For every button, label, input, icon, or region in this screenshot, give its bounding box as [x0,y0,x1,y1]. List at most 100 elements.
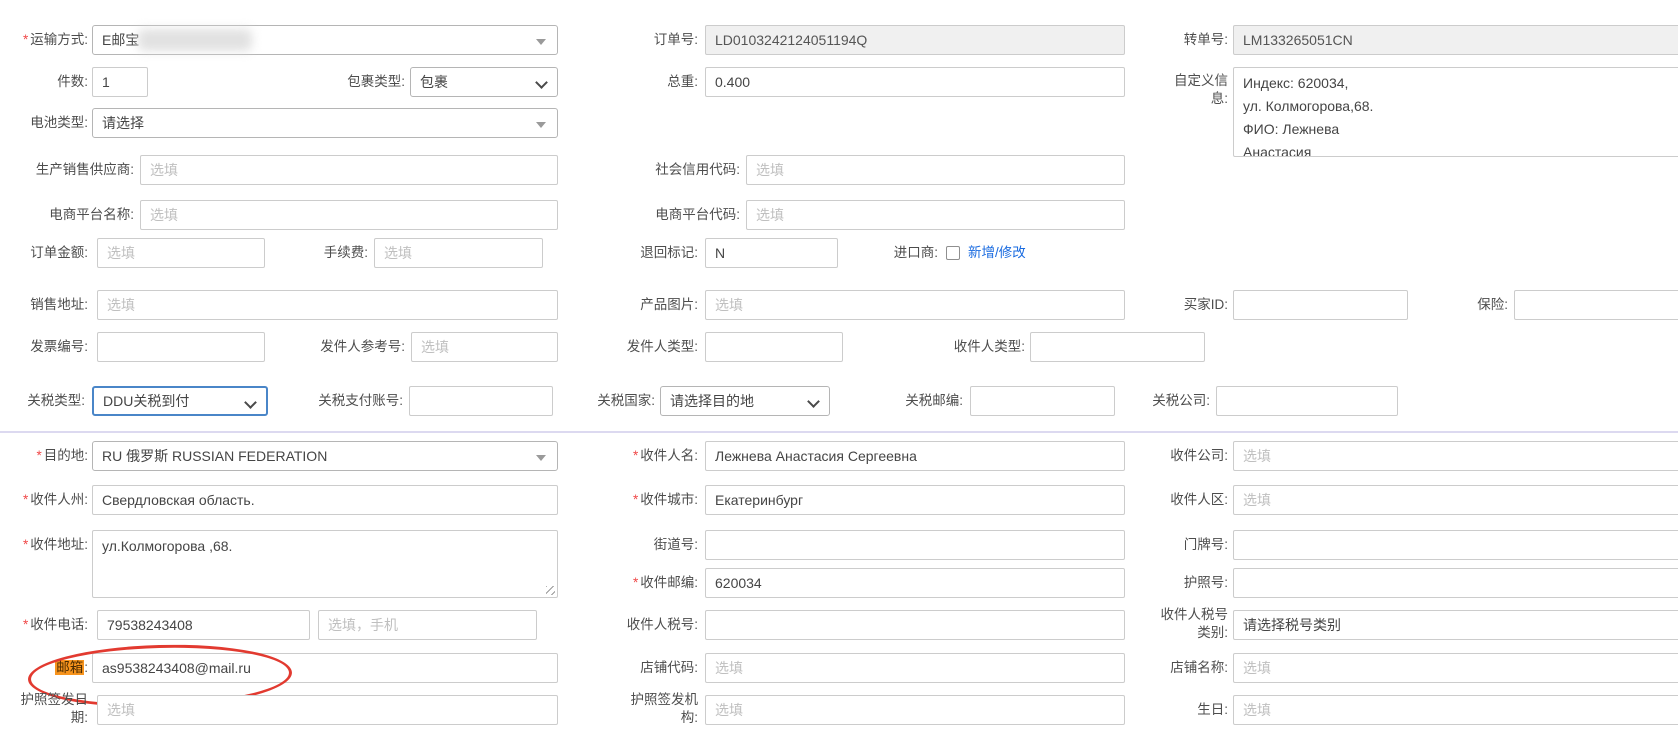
custom-info-textarea[interactable]: Индекс: 620034, ул. Колмогорова,68. ФИО:… [1233,67,1678,157]
resize-handle[interactable] [546,586,555,595]
shipping-order-form: *运输方式: E邮宝 订单号: LD0103242124051194Q 转单号:… [0,0,1678,733]
destination-select[interactable]: RU 俄罗斯 RUSSIAN FEDERATION [92,441,558,471]
sales-address-input[interactable]: 选填 [97,290,558,320]
social-credit-code-input[interactable]: 选填 [746,155,1125,185]
platform-code-input[interactable]: 选填 [746,200,1125,230]
receiver-phone-label: *收件电话: [0,610,88,640]
transfer-no-label: 转单号: [1140,25,1228,55]
receiver-state-label: *收件人州: [0,485,88,515]
receiver-tax-type-select[interactable]: 请选择税号类别 [1233,610,1678,640]
battery-type-select[interactable]: 请选择 [92,108,558,138]
duty-company-label: 关税公司: [1090,386,1210,416]
duty-type-label: 关税类型: [0,386,85,416]
receiver-company-input[interactable]: 选填 [1233,441,1678,471]
passport-issuer-input[interactable]: 选填 [705,695,1125,725]
section-divider [0,431,1678,433]
receiver-type-input[interactable] [1030,332,1205,362]
buyer-id-input[interactable] [1233,290,1408,320]
sender-type-label: 发件人类型: [560,332,698,362]
receiver-tax-type-label: 收件人税号类别: [1145,606,1228,642]
receiver-tax-no-label: 收件人税号: [560,610,698,640]
passport-no-input[interactable] [1233,568,1678,598]
house-no-input[interactable] [1233,530,1678,560]
product-image-label: 产品图片: [560,290,698,320]
receiver-city-input[interactable]: Екатеринбург [705,485,1125,515]
receiver-city-label: *收件城市: [560,485,698,515]
required-star: * [23,32,28,47]
manufacturer-label: 生产销售供应商: [0,155,134,185]
total-weight-label: 总重: [560,67,698,97]
insurance-label: 保险: [1420,290,1508,320]
birthday-label: 生日: [1140,695,1228,725]
receiver-tax-no-input[interactable] [705,610,1125,640]
street-no-input[interactable] [705,530,1125,560]
dropdown-arrow-icon [536,455,546,461]
receiver-address-textarea[interactable]: ул.Колмогорова ,68. [92,530,558,598]
email-input[interactable]: as9538243408@mail.ru [92,653,558,683]
receiver-phone-input[interactable]: 79538243408 [97,610,310,640]
receiver-district-label: 收件人区: [1140,485,1228,515]
required-star: * [633,575,638,590]
passport-issue-date-input[interactable]: 选填 [97,695,558,725]
receiver-mobile-input[interactable]: 选填，手机 [318,610,537,640]
duty-company-input[interactable] [1216,386,1398,416]
platform-code-label: 电商平台代码: [560,200,740,230]
package-type-label: 包裹类型: [310,67,405,97]
pieces-label: 件数: [0,67,88,97]
custom-info-label: 自定义信息: [1150,72,1228,108]
invoice-no-label: 发票编号: [0,332,88,362]
dropdown-arrow-icon [536,39,546,45]
duty-pay-account-input[interactable] [409,386,553,416]
platform-name-input[interactable]: 选填 [140,200,558,230]
receiver-name-input[interactable]: Лежнева Анастасия Сергеевна [705,441,1125,471]
transfer-no-input[interactable]: LM133265051CN [1233,25,1678,55]
product-image-input[interactable]: 选填 [705,290,1125,320]
receiver-type-label: 收件人类型: [900,332,1025,362]
platform-name-label: 电商平台名称: [0,200,134,230]
sender-ref-no-label: 发件人参考号: [210,332,405,362]
shop-code-input[interactable]: 选填 [705,653,1125,683]
passport-issue-date-label: 护照签发日期: [0,691,88,727]
shop-name-label: 店铺名称: [1140,653,1228,683]
shop-name-input[interactable]: 选填 [1233,653,1678,683]
receiver-company-label: 收件公司: [1140,441,1228,471]
sender-type-input[interactable] [705,332,843,362]
house-no-label: 门牌号: [1140,530,1228,560]
required-star: * [23,492,28,507]
receiver-state-input[interactable]: Свердловская область. [92,485,558,515]
package-type-select[interactable]: 包裹 [410,67,558,97]
duty-country-select[interactable]: 请选择目的地 [660,386,830,416]
battery-type-label: 电池类型: [0,108,88,138]
passport-no-label: 护照号: [1140,568,1228,598]
receiver-name-label: *收件人名: [560,441,698,471]
shipping-method-label: *运输方式: [0,25,88,55]
receiver-address-label: *收件地址: [0,530,88,560]
social-credit-code-label: 社会信用代码: [560,155,740,185]
insurance-input[interactable] [1514,290,1678,320]
return-flag-input[interactable]: N [705,238,838,268]
duty-country-label: 关税国家: [555,386,655,416]
buyer-id-label: 买家ID: [1140,290,1228,320]
importer-add-edit-link[interactable]: 新增/修改 [968,238,1026,268]
sales-address-label: 销售地址: [0,290,88,320]
order-no-input[interactable]: LD0103242124051194Q [705,25,1125,55]
handling-fee-input[interactable]: 选填 [374,238,543,268]
sender-ref-no-input[interactable]: 选填 [411,332,558,362]
email-label-highlight: 邮箱 [55,660,84,675]
receiver-zip-input[interactable]: 620034 [705,568,1125,598]
order-amount-input[interactable]: 选填 [97,238,265,268]
select-chevron-icon [807,395,820,408]
duty-zip-label: 关税邮编: [830,386,963,416]
required-star: * [23,537,28,552]
total-weight-input[interactable]: 0.400 [705,67,1125,97]
importer-checkbox[interactable] [946,246,960,260]
shop-code-label: 店铺代码: [560,653,698,683]
pieces-input[interactable]: 1 [92,67,148,97]
required-star: * [633,492,638,507]
order-no-label: 订单号: [560,25,698,55]
receiver-district-input[interactable]: 选填 [1233,485,1678,515]
redaction-blur [138,29,252,51]
importer-label: 进口商: [850,238,938,268]
manufacturer-input[interactable]: 选填 [140,155,558,185]
birthday-input[interactable]: 选填 [1233,695,1678,725]
